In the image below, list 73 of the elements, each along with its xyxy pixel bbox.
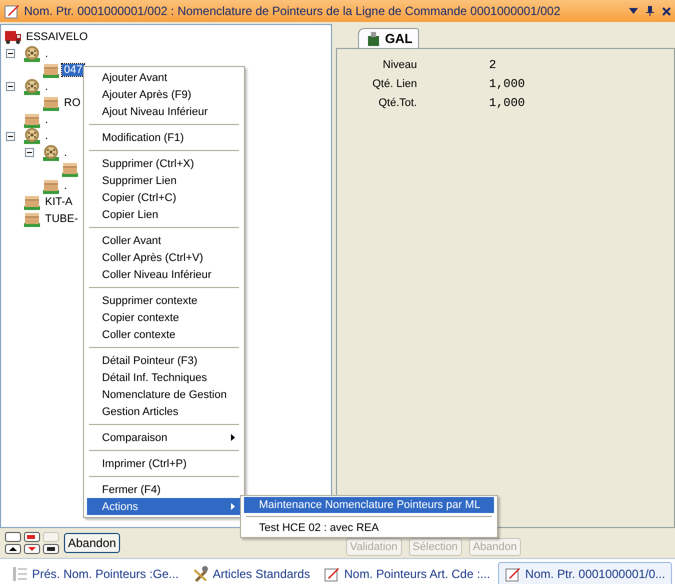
truck-icon: [4, 29, 22, 46]
dropdown-icon[interactable]: [629, 8, 638, 14]
tree-item[interactable]: ESSAIVELO: [24, 31, 90, 44]
taskbar-tab[interactable]: Prés. Nom. Pointeurs :Ge...: [6, 563, 185, 584]
collapse-icon[interactable]: [6, 132, 15, 141]
pencil-icon: [4, 3, 20, 19]
field-value: 1,000: [489, 76, 526, 90]
abandon-button[interactable]: Abandon: [64, 533, 120, 553]
box-icon: [42, 178, 60, 194]
field-value: 2: [489, 58, 498, 72]
collapse-icon[interactable]: [6, 49, 15, 58]
menu-item[interactable]: Supprimer (Ctrl+X): [87, 155, 241, 172]
menu-item[interactable]: Modification (F1): [87, 129, 241, 146]
menu-item[interactable]: Coller Avant: [87, 232, 241, 249]
menu-item[interactable]: Supprimer contexte: [87, 292, 241, 309]
tree-item[interactable]: TUBE-: [43, 212, 80, 225]
menu-item[interactable]: Fermer (F4): [87, 481, 241, 498]
tree-item[interactable]: 047: [62, 64, 84, 76]
menu-item[interactable]: Ajouter Après (F9): [87, 86, 241, 103]
pin-icon[interactable]: [646, 6, 654, 16]
flag-icon[interactable]: [24, 532, 40, 542]
menu-item[interactable]: Actions: [87, 498, 241, 515]
box-icon: [42, 62, 60, 78]
field-value: 1,000: [489, 96, 526, 110]
taskbar-tab[interactable]: Nom. Pointeurs Art. Cde :...: [318, 563, 496, 584]
menu-item[interactable]: Détail Inf. Techniques: [87, 369, 241, 386]
menu-item[interactable]: Comparaison: [87, 429, 241, 446]
menu-item[interactable]: Gestion Articles: [87, 403, 241, 420]
collapse-icon[interactable]: [6, 82, 15, 92]
tree-item[interactable]: RO: [62, 97, 82, 110]
menu-item[interactable]: Copier Lien: [87, 206, 241, 223]
tree-item[interactable]: .: [62, 146, 70, 159]
menu-item[interactable]: Ajouter Avant: [87, 69, 241, 86]
field-label: Qté. Lien: [371, 78, 417, 90]
gear-icon: [42, 144, 60, 161]
close-icon[interactable]: [662, 6, 671, 16]
menu-item[interactable]: Coller contexte: [87, 326, 241, 343]
menu-item[interactable]: Ajout Niveau Inférieur: [87, 103, 241, 120]
gear-icon: [23, 46, 41, 62]
menu-item[interactable]: Coller Niveau Inférieur: [87, 266, 241, 283]
menu-item[interactable]: Supprimer Lien: [87, 172, 241, 189]
gear-icon: [23, 78, 41, 95]
gear-icon: [23, 128, 41, 144]
menu-item[interactable]: Coller Après (Ctrl+V): [87, 249, 241, 266]
tree-item[interactable]: .: [43, 48, 50, 60]
field-label: Niveau: [382, 58, 417, 70]
tree-item[interactable]: .: [43, 130, 50, 142]
document-icon: [367, 32, 381, 46]
box-icon: [23, 210, 41, 227]
menu-item[interactable]: Détail Pointeur (F3): [87, 352, 241, 369]
tree-item[interactable]: .: [43, 114, 50, 126]
field-label: Qté.Tot.: [377, 96, 417, 108]
window-title: Nom. Ptr. 0001000001/002 : Nomenclature de Pointeurs de la Ligne de Commande 0001000001/002: [24, 4, 562, 18]
box-icon: [42, 95, 60, 112]
marker-icon[interactable]: [43, 544, 59, 554]
tree-item[interactable]: KIT-A: [43, 196, 75, 208]
menu-item[interactable]: Nomenclature de Gestion: [87, 386, 241, 403]
tools-icon: [192, 566, 209, 582]
menu-item[interactable]: Imprimer (Ctrl+P): [87, 455, 241, 472]
menu-item[interactable]: Test HCE 02 : avec REA: [244, 520, 494, 536]
box-icon: [23, 194, 41, 210]
collapse-icon[interactable]: [25, 148, 34, 158]
tree-item[interactable]: .: [62, 180, 70, 192]
pencil-icon: [505, 566, 522, 582]
tree-item[interactable]: .: [43, 80, 50, 93]
tab[interactable]: GAL: [358, 28, 420, 48]
taskbar-tab[interactable]: Nom. Ptr. 0001000001/0...: [498, 562, 672, 584]
box-icon: [23, 112, 41, 128]
blank-button-icon[interactable]: [5, 532, 21, 542]
menu-item[interactable]: Copier contexte: [87, 309, 241, 326]
menu-item[interactable]: Copier (Ctrl+C): [87, 189, 241, 206]
taskbar-tab[interactable]: Articles Standards: [186, 563, 316, 584]
menu-item[interactable]: Maintenance Nomenclature Pointeurs par ML: [244, 497, 494, 513]
